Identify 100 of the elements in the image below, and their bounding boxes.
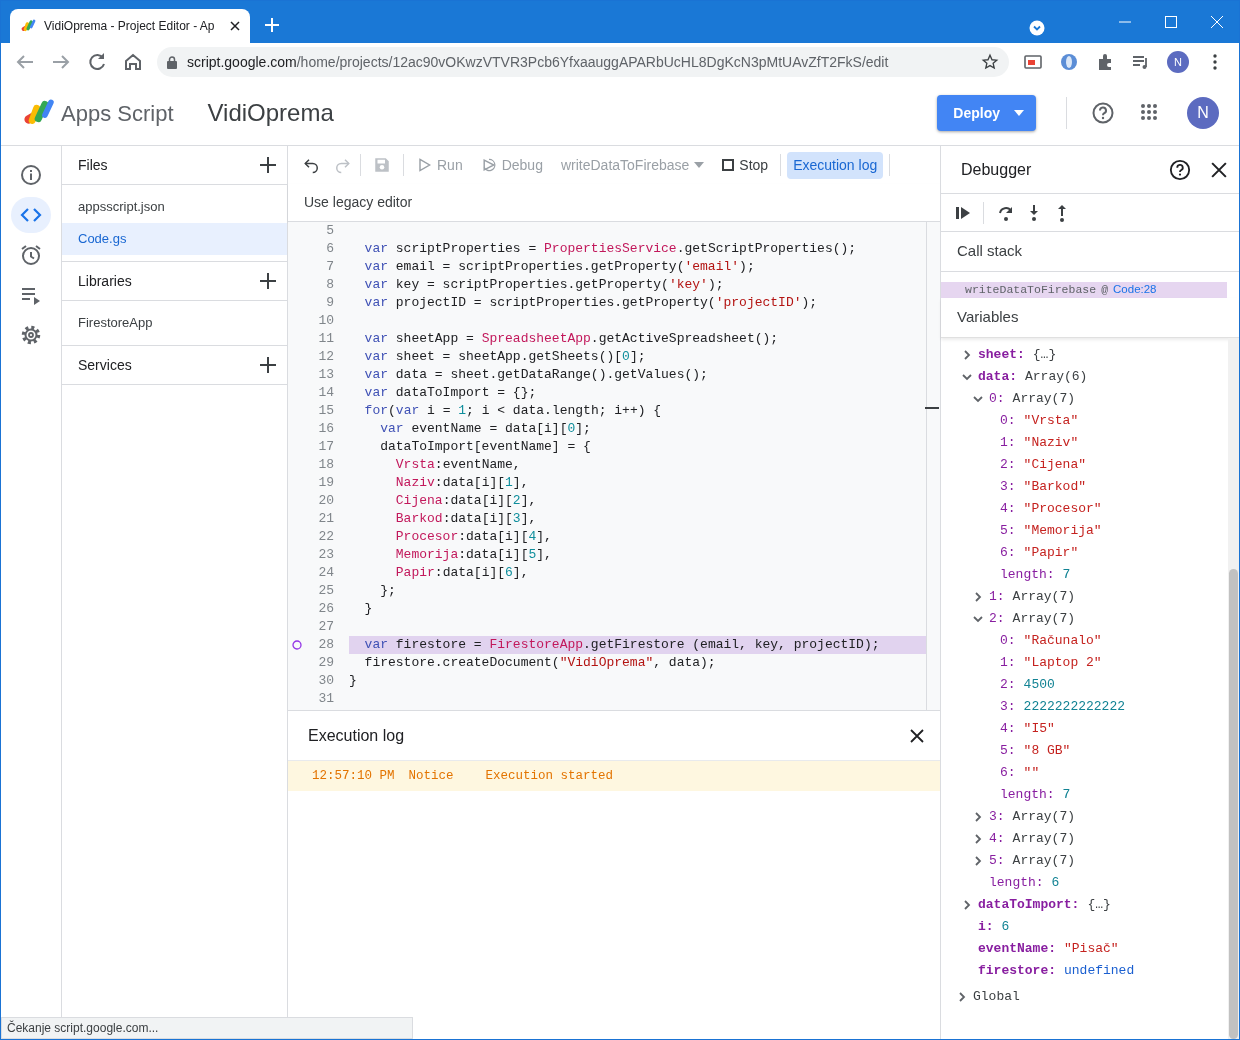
code-line: var projectID = scriptProperties.getProperty('projectID');: [363, 294, 818, 312]
settings-icon: [19, 323, 43, 347]
chevron-right-icon[interactable]: [957, 992, 967, 1002]
browser-tab[interactable]: VidiOprema - Project Editor - Ap: [10, 9, 250, 43]
code-line: Cijena:data[i][2],: [394, 492, 537, 510]
circle-icon[interactable]: [1059, 52, 1079, 72]
section-title: Services: [78, 355, 132, 375]
line-number: 25: [317, 582, 334, 601]
star-icon[interactable]: [981, 53, 999, 71]
variable-value: "Računalo": [1023, 632, 1102, 651]
file-item[interactable]: FirestoreApp: [62, 307, 287, 339]
line-number: 26: [317, 600, 334, 619]
apps-script-logo: [20, 18, 36, 34]
help-icon[interactable]: [1169, 158, 1191, 181]
legacy-editor-link[interactable]: Use legacy editor: [304, 192, 413, 213]
maximize-icon[interactable]: [1165, 16, 1177, 28]
variable-value: 2222222222222: [1023, 698, 1126, 717]
line-number: 14: [317, 384, 334, 403]
close-icon[interactable]: [1211, 161, 1227, 178]
breakpoint-icon[interactable]: [292, 639, 302, 650]
file-item[interactable]: Code.gs: [62, 223, 287, 255]
execution-log-button[interactable]: Execution log: [787, 151, 884, 179]
chevron-right-icon[interactable]: [973, 592, 983, 602]
variable-name: 2:: [1000, 456, 1016, 475]
code-line: Procesor:data[i][4],: [394, 528, 552, 546]
line-number: 23: [317, 546, 334, 565]
cast-icon[interactable]: [1023, 52, 1043, 72]
variable-value: Array(6): [1025, 368, 1088, 387]
variable-name: 3:: [989, 808, 1005, 827]
add-icon[interactable]: [259, 272, 277, 290]
stop-icon: [722, 159, 735, 171]
scope-label[interactable]: Global: [973, 987, 1020, 1007]
line-number: 17: [317, 438, 334, 457]
code-line: }: [363, 600, 373, 618]
code-line: Vrsta:eventName,: [394, 456, 521, 474]
variable-value: {…}: [1087, 896, 1111, 915]
new-tab-icon[interactable]: [265, 18, 279, 32]
close-icon[interactable]: [230, 21, 240, 31]
code-line: var data = sheet.getDataRange().getValues();: [363, 366, 708, 384]
line-number: 12: [317, 348, 334, 367]
variable-value: 4500: [1023, 676, 1055, 695]
variable-name: 4:: [1000, 720, 1016, 739]
chevron-down-icon[interactable]: [973, 394, 983, 404]
add-icon[interactable]: [259, 356, 277, 374]
line-number: 10: [317, 312, 334, 331]
code-line: var dataToImport = {};: [363, 384, 537, 402]
code-line: var email = scriptProperties.getProperty('email');: [363, 258, 755, 276]
nav-button[interactable]: [11, 197, 51, 233]
line-number: 24: [317, 564, 334, 583]
variable-value: "Barkod": [1023, 478, 1087, 497]
chevron-right-icon[interactable]: [973, 834, 983, 844]
line-number: 9: [325, 294, 334, 313]
chevron-right-icon[interactable]: [973, 812, 983, 822]
section-title: Variables: [957, 307, 1019, 328]
variable-value: "Cijena": [1023, 456, 1087, 475]
chevron-right-icon[interactable]: [962, 350, 972, 360]
play-icon: [416, 157, 432, 173]
code-line: }: [349, 672, 357, 690]
line-number: 8: [325, 276, 334, 295]
variable-name: firestore:: [978, 962, 1056, 981]
tab-search-icon[interactable]: [1029, 20, 1045, 36]
variable-value: {…}: [1032, 346, 1057, 365]
project-title[interactable]: VidiOprema: [207, 95, 334, 131]
product-name: Apps Script: [61, 99, 174, 128]
lock-icon: [167, 55, 177, 69]
variable-name: 6:: [1000, 764, 1016, 783]
scrollbar[interactable]: [1228, 338, 1239, 1039]
deploy-button[interactable]: Deploy: [937, 95, 1036, 131]
variable-name: 4:: [989, 830, 1005, 849]
add-icon[interactable]: [259, 156, 277, 174]
chevron-right-icon[interactable]: [973, 856, 983, 866]
variable-name: 4:: [1000, 500, 1016, 519]
variable-value: 7: [1062, 566, 1071, 585]
chevron-down-icon[interactable]: [973, 614, 983, 624]
line-number: 28: [317, 636, 334, 655]
variable-value: 6: [1051, 874, 1060, 893]
undo-icon[interactable]: [303, 156, 321, 174]
status-bar: Čekanje script.google.com...: [1, 1017, 413, 1039]
account-avatar[interactable]: N: [1187, 97, 1219, 129]
stop-button[interactable]: Stop: [716, 151, 775, 179]
profile-avatar[interactable]: N: [1167, 51, 1189, 73]
variable-value: "Vrsta": [1023, 412, 1079, 431]
variable-value: "Pisač": [1064, 940, 1119, 959]
line-number: 27: [317, 618, 334, 637]
line-number: 6: [325, 240, 334, 259]
line-number: 22: [317, 528, 334, 547]
chevron-down-icon[interactable]: [962, 372, 972, 382]
panel-title: Execution log: [308, 725, 405, 746]
address-bar[interactable]: script.google.com/home/projects/12ac90vOKwzVTVR3Pcb6YfxaauggAPARbUcHL8DgKcN3pMtUAvZfT2FkS/edit: [157, 47, 1009, 77]
call-stack-frame[interactable]: writeDataToFirebase @ Code:28: [941, 282, 1227, 298]
line-number: 5: [325, 222, 334, 241]
variable-name: length:: [1000, 566, 1055, 585]
help-icon[interactable]: [1091, 101, 1115, 125]
chevron-right-icon[interactable]: [962, 900, 972, 910]
file-item[interactable]: appsscript.json: [62, 191, 287, 223]
close-icon[interactable]: [910, 728, 924, 743]
variable-name: 3:: [1000, 698, 1016, 717]
tab-title: VidiOprema - Project Editor - Ap: [44, 18, 216, 35]
resume-icon[interactable]: [955, 204, 971, 221]
section-title: Libraries: [78, 271, 132, 291]
